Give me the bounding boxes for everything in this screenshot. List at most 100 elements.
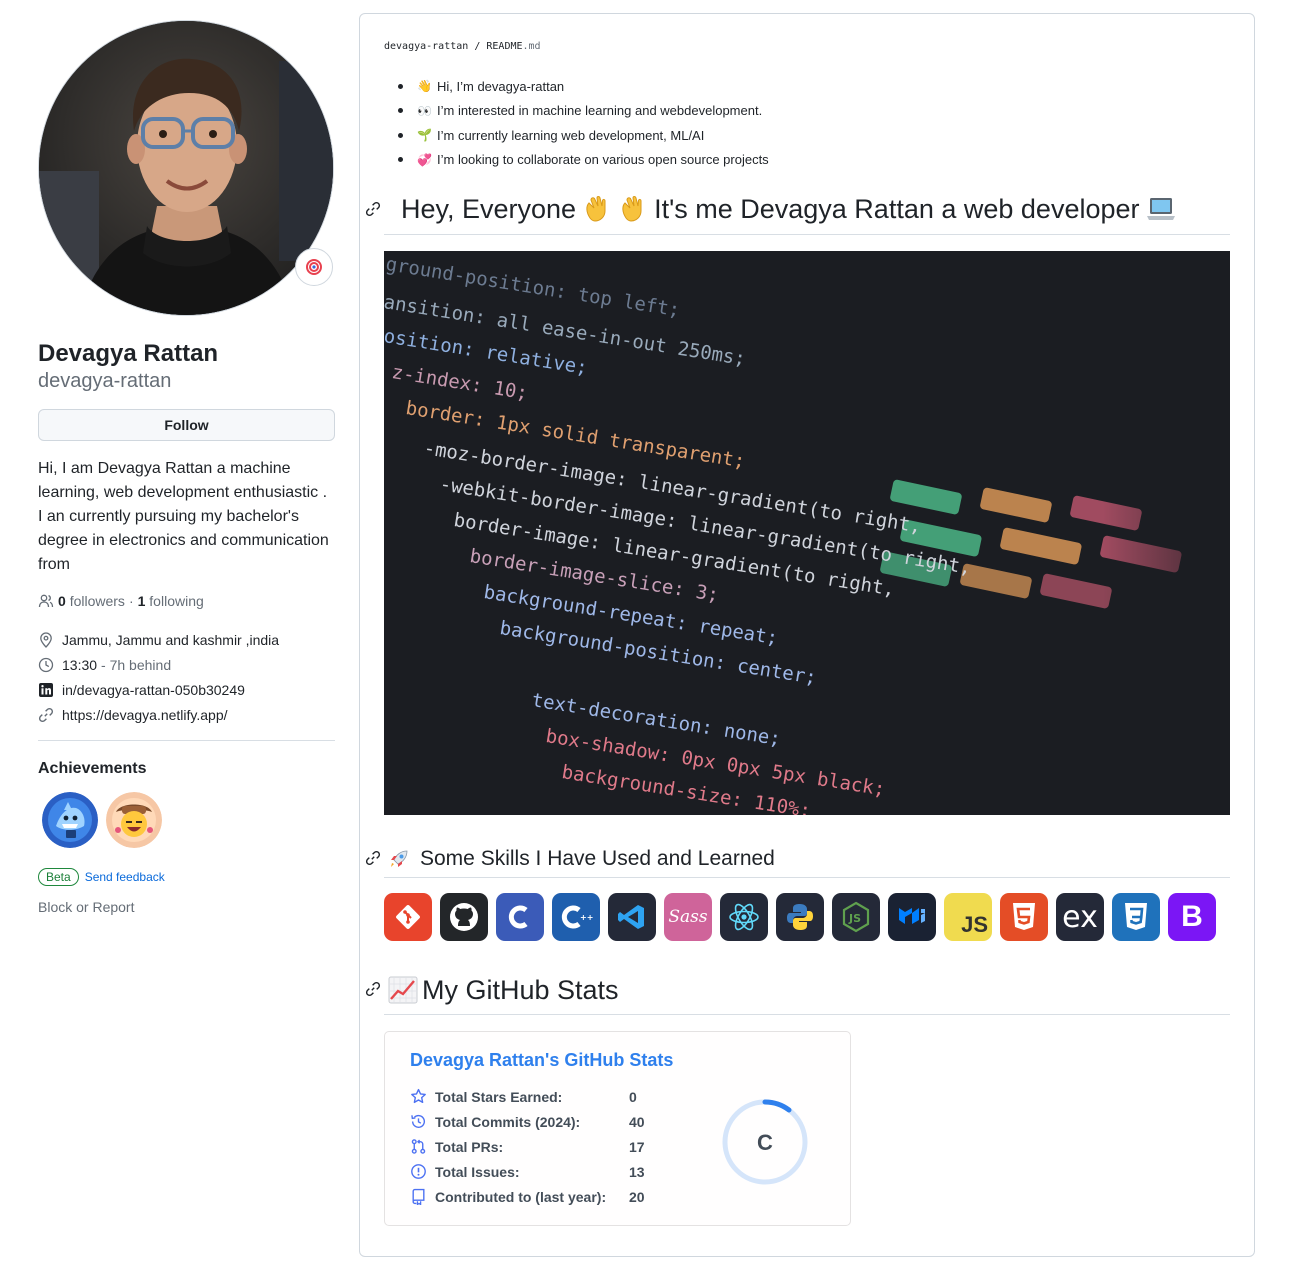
stat-row: Total Issues: 13 <box>410 1159 645 1184</box>
stat-row: Total Commits (2024): 40 <box>410 1109 645 1134</box>
readme-owner-link[interactable]: devagya-rattan <box>384 41 468 52</box>
location-text: Jammu, Jammu and kashmir ,india <box>62 631 280 648</box>
bullet <box>398 157 403 163</box>
css3-icon <box>1112 893 1160 941</box>
following-link[interactable]: 1 following <box>138 593 204 609</box>
following-label: following <box>149 593 204 609</box>
readme-heading-1: Hey, Everyone It's me Devagya Rattan a w… <box>401 192 1176 226</box>
react-icon <box>720 893 768 941</box>
heading-rule <box>384 234 1230 235</box>
history-icon <box>411 1114 426 1128</box>
git-icon <box>384 893 432 941</box>
website-item[interactable]: https://devagya.netlify.app/ <box>38 702 335 727</box>
achievement-badges <box>38 792 335 848</box>
local-time-item: 13:30 - 7h behind <box>38 652 335 677</box>
path-separator: / <box>474 41 481 52</box>
heading-2-text: Some Skills I Have Used and Learned <box>420 847 775 870</box>
stat-value: 0 <box>629 1088 637 1105</box>
repo-icon <box>412 1188 425 1205</box>
stats-list: Total Stars Earned: 0 Total Commits (202… <box>410 1084 645 1209</box>
separator-dot: · <box>128 593 134 609</box>
profile-sidebar: Devagya Rattan devagya-rattan Follow Hi,… <box>38 20 335 915</box>
github-stats-card: Devagya Rattan's GitHub Stats Total Star… <box>384 1031 851 1226</box>
bullet <box>398 108 403 114</box>
avatar-container <box>38 20 335 317</box>
time-offset: - 7h behind <box>101 656 172 673</box>
c-icon <box>496 893 544 941</box>
yolo-badge[interactable] <box>106 792 162 848</box>
block-report-link[interactable]: Block or Report <box>38 899 335 915</box>
bullet <box>398 83 403 89</box>
rank-ring: C <box>722 1099 808 1185</box>
linkedin-item[interactable]: in/devagya-rattan-050b30249 <box>38 677 335 702</box>
linkedin-icon <box>39 682 53 697</box>
clock-icon <box>38 657 54 672</box>
location-item: Jammu, Jammu and kashmir ,india <box>38 627 335 652</box>
heading-1-text: Hey, Everyone <box>401 194 577 224</box>
username: devagya-rattan <box>38 370 172 392</box>
javascript-icon: JS <box>944 893 992 941</box>
website-link[interactable]: https://devagya.netlify.app/ <box>62 707 228 723</box>
list-item-text: Hi, I’m devagya-rattan <box>437 78 565 94</box>
readme-path: devagya-rattan / README.md <box>384 41 541 52</box>
intro-list: 👋 Hi, I’m devagya-rattan 👀 I’m interested … <box>398 74 769 172</box>
anchor-link-icon[interactable] <box>365 850 381 866</box>
eyes-icon: 👀 <box>417 103 432 118</box>
following-count: 1 <box>137 593 146 609</box>
linkedin-link[interactable]: in/devagya-rattan-050b30249 <box>62 682 245 698</box>
list-item-text: I’m currently learning web development, … <box>437 127 705 143</box>
stat-value: 40 <box>629 1113 645 1130</box>
stat-value: 13 <box>629 1163 645 1180</box>
nodejs-icon: JS <box>832 893 880 941</box>
follow-stats: 0 followers · 1 following <box>38 593 335 609</box>
pull-shark-badge[interactable] <box>42 792 98 848</box>
followers-count: 0 <box>58 593 66 609</box>
target-icon <box>306 259 322 275</box>
sidebar-divider <box>38 740 335 741</box>
revolving-hearts-icon: 💞️ <box>417 152 432 167</box>
rank-letter: C <box>757 1130 773 1155</box>
svg-text:JS: JS <box>848 912 861 925</box>
stat-label: Total Issues: <box>435 1163 520 1180</box>
anchor-link-icon[interactable] <box>365 201 381 217</box>
svg-text:++: ++ <box>580 913 593 922</box>
material-ui-icon <box>888 893 936 941</box>
bootstrap-icon: B <box>1168 893 1216 941</box>
heading-rule <box>384 877 1230 878</box>
pull-request-icon <box>411 1139 426 1154</box>
vscode-icon <box>608 893 656 941</box>
stats-card-title: Devagya Rattan's GitHub Stats <box>410 1050 674 1070</box>
list-item: 👀 I’m interested in machine learning and … <box>398 99 769 124</box>
heading-3-text: My GitHub Stats <box>422 975 619 1005</box>
avatar[interactable] <box>38 20 334 316</box>
express-icon: ex <box>1056 893 1104 941</box>
local-time: 13:30 <box>62 656 98 673</box>
chart-increasing-icon <box>388 976 418 1004</box>
followers-label: followers <box>69 593 125 609</box>
people-icon <box>38 594 54 608</box>
stat-label: Total Commits (2024): <box>435 1113 581 1130</box>
stat-label: Total Stars Earned: <box>435 1088 563 1105</box>
status-emoji[interactable] <box>295 248 333 286</box>
anchor-link-icon[interactable] <box>365 981 381 997</box>
issue-icon <box>411 1164 426 1179</box>
list-item-text: I’m looking to collaborate on various op… <box>437 152 769 168</box>
achievements-title[interactable]: Achievements <box>38 760 335 778</box>
readme-panel: devagya-rattan / README.md 👋 Hi, I’m deva… <box>359 13 1255 1257</box>
waving-hand-icon <box>586 196 606 222</box>
stat-label: Total PRs: <box>435 1138 504 1155</box>
beta-badge: Beta <box>38 868 79 886</box>
html5-icon <box>1000 893 1048 941</box>
readme-file-name: README <box>486 41 523 52</box>
readme-heading-3: My GitHub Stats <box>388 973 619 1007</box>
stat-row: Contributed to (last year): 20 <box>410 1184 645 1209</box>
list-item: 🌱 I’m currently learning web development,… <box>398 123 769 148</box>
list-item: 👋 Hi, I’m devagya-rattan <box>398 74 769 99</box>
cplusplus-icon: ++ <box>552 893 600 941</box>
avatar-photo <box>39 21 333 315</box>
followers-link[interactable]: 0 followers <box>58 593 125 609</box>
follow-button[interactable]: Follow <box>38 409 335 441</box>
send-feedback-link[interactable]: Send feedback <box>85 870 165 884</box>
waving-hand-icon: 👋 <box>417 79 432 94</box>
laptop-icon <box>1146 198 1175 220</box>
